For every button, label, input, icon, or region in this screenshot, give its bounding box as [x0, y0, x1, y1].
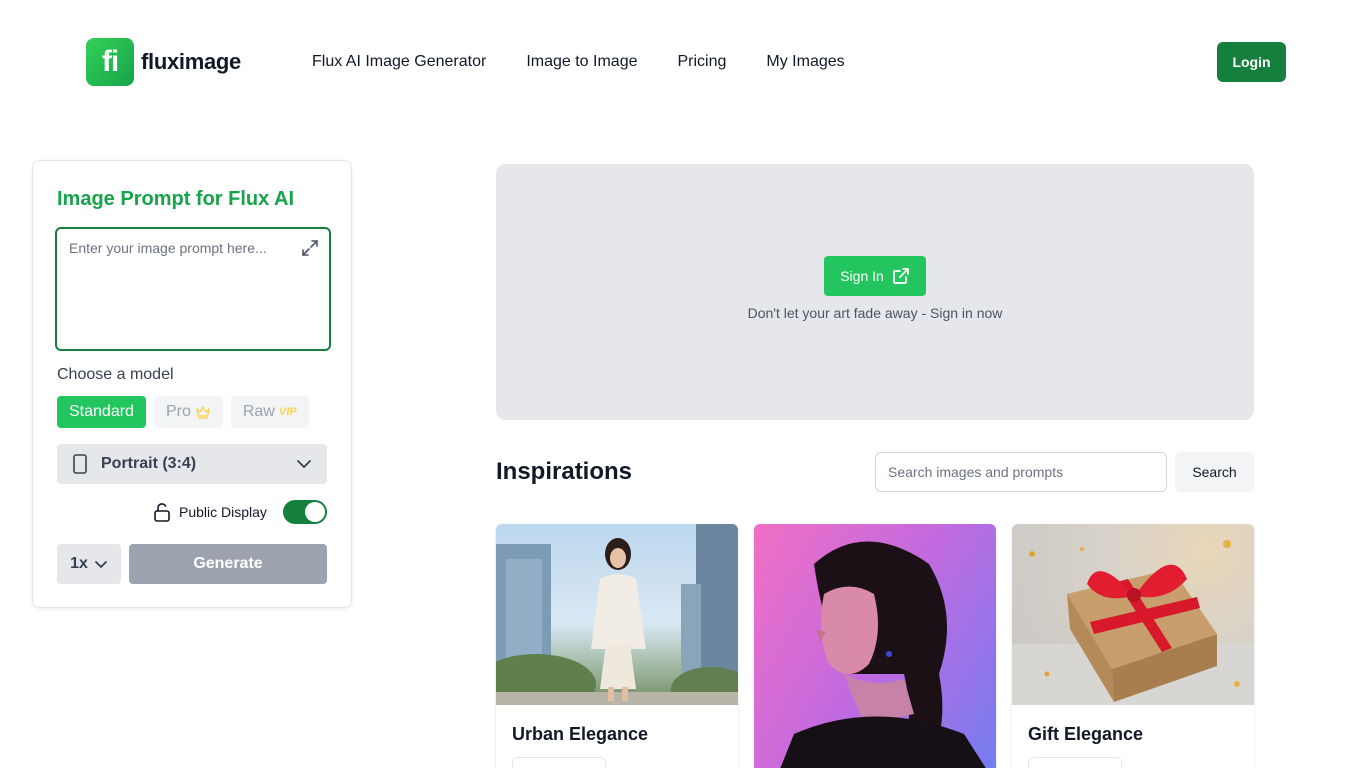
unlock-icon	[154, 503, 170, 522]
model-pro-label: Pro	[165, 403, 191, 420]
chevron-down-icon	[94, 561, 107, 568]
nav-image-to-image[interactable]: Image to Image	[526, 51, 637, 73]
sign-in-subtitle: Don't let your art fade away - Sign in n…	[747, 305, 1003, 321]
panel-title: Image Prompt for Flux AI	[57, 188, 295, 210]
model-standard-label: Standard	[69, 403, 134, 420]
model-pro-button[interactable]: Pro	[153, 396, 223, 428]
inspiration-card[interactable]: Gift Elegance	[1012, 524, 1254, 768]
logo-mark: fi	[86, 38, 134, 86]
model-raw-button[interactable]: Raw VIP	[230, 396, 309, 428]
nav-my-images[interactable]: My Images	[766, 51, 844, 73]
main-nav: Flux AI Image Generator Image to Image P…	[312, 51, 845, 73]
sign-in-label: Sign In	[840, 268, 884, 284]
card-title: Gift Elegance	[1028, 724, 1144, 744]
portrait-icon	[73, 454, 87, 474]
prompt-input[interactable]	[57, 229, 329, 349]
card-image	[1012, 524, 1254, 705]
search-button[interactable]: Search	[1175, 452, 1254, 492]
quantity-select[interactable]: 1x	[57, 544, 121, 584]
card-tag[interactable]	[1028, 757, 1122, 768]
crown-icon	[196, 406, 210, 419]
inspirations-title: Inspirations	[496, 458, 633, 485]
public-display-toggle[interactable]	[282, 500, 327, 524]
nav-pricing[interactable]: Pricing	[677, 51, 726, 73]
model-selector: Standard Pro Raw VIP	[57, 396, 309, 428]
public-display-label: Public Display	[179, 504, 267, 520]
card-tag[interactable]	[512, 757, 606, 768]
aspect-ratio-value: Portrait (3:4)	[101, 455, 197, 472]
prompt-box	[55, 227, 331, 351]
toggle-knob	[304, 502, 325, 522]
model-raw-label: Raw	[242, 403, 275, 420]
logo-text: fluximage	[141, 49, 241, 74]
model-standard-button[interactable]: Standard	[57, 396, 146, 428]
vip-badge: VIP	[278, 406, 297, 418]
public-display-row: Public Display	[153, 500, 327, 524]
external-link-icon	[892, 268, 909, 284]
inspiration-card[interactable]	[754, 524, 996, 768]
inspiration-card[interactable]: Urban Elegance	[496, 524, 738, 768]
sign-in-button[interactable]: Sign In	[824, 256, 926, 296]
expand-icon[interactable]	[300, 238, 320, 258]
logo[interactable]: fi fluximage	[86, 38, 241, 86]
card-image	[754, 524, 996, 768]
card-title: Urban Elegance	[512, 724, 649, 744]
login-button[interactable]: Login	[1217, 42, 1286, 82]
model-label: Choose a model	[57, 366, 174, 383]
nav-flux-ai-image-generator[interactable]: Flux AI Image Generator	[312, 51, 486, 73]
aspect-ratio-select[interactable]: Portrait (3:4)	[57, 444, 327, 484]
generate-button[interactable]: Generate	[129, 544, 327, 584]
search-input[interactable]	[875, 452, 1167, 492]
generator-panel: Image Prompt for Flux AI Choose a model …	[32, 160, 352, 608]
signin-area: Sign In Don't let your art fade away - S…	[496, 164, 1254, 420]
card-image	[496, 524, 738, 705]
quantity-value: 1x	[70, 555, 88, 572]
chevron-down-icon	[297, 460, 311, 468]
